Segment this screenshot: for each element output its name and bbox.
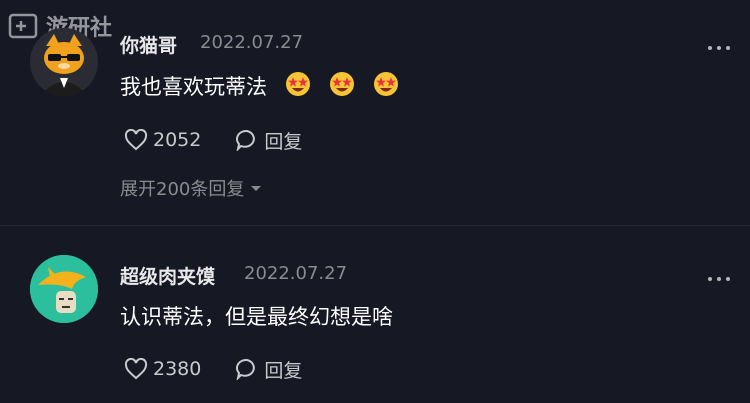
dot (717, 46, 721, 50)
speech-bubble-icon (236, 129, 256, 151)
dot (708, 277, 712, 281)
comment-date: 2022.07.27 (244, 263, 348, 284)
expand-replies-button[interactable]: 展开200条回复 (120, 175, 264, 201)
star-struck-emoji-icon (373, 71, 399, 102)
caret-down-icon (251, 186, 262, 191)
reply-label: 回复 (264, 359, 303, 382)
comment-text-row: 认识蒂法，但是最终幻想是啥 (120, 300, 393, 332)
comment-actions: 2380 回复 (124, 356, 336, 382)
like-button[interactable]: 2052 (124, 129, 201, 151)
dolphin-avatar-icon (30, 255, 98, 323)
divider (0, 225, 750, 226)
username[interactable]: 你猫哥 (120, 31, 177, 58)
heart-icon (124, 358, 148, 380)
reply-button[interactable]: 回复 (235, 127, 302, 154)
avatar[interactable] (30, 255, 98, 323)
like-count: 2052 (153, 129, 202, 151)
avatar[interactable] (30, 28, 98, 96)
comment-text: 我也喜欢玩蒂法 (120, 75, 267, 99)
username[interactable]: 超级肉夹馍 (120, 262, 215, 289)
comment-text-row: 我也喜欢玩蒂法 (120, 70, 399, 102)
comment-date: 2022.07.27 (200, 32, 304, 53)
more-options-button[interactable] (708, 45, 730, 51)
expand-replies-label: 展开200条回复 (120, 179, 245, 200)
speech-bubble-icon (236, 358, 256, 380)
like-button[interactable]: 2380 (124, 358, 201, 380)
cat-avatar-icon (30, 28, 98, 96)
dot (717, 277, 721, 281)
heart-icon (124, 129, 148, 151)
more-options-button[interactable] (708, 276, 730, 282)
star-struck-emoji-icon (329, 71, 355, 102)
comment-text: 认识蒂法，但是最终幻想是啥 (120, 305, 393, 329)
reply-label: 回复 (264, 130, 303, 153)
star-struck-emoji-icon (285, 71, 311, 102)
comment-actions: 2052 回复 (124, 127, 336, 153)
like-count: 2380 (153, 358, 202, 380)
watermark-logo-icon (8, 13, 38, 39)
reply-button[interactable]: 回复 (235, 356, 302, 383)
dot (726, 277, 730, 281)
dot (708, 46, 712, 50)
dot (726, 46, 730, 50)
